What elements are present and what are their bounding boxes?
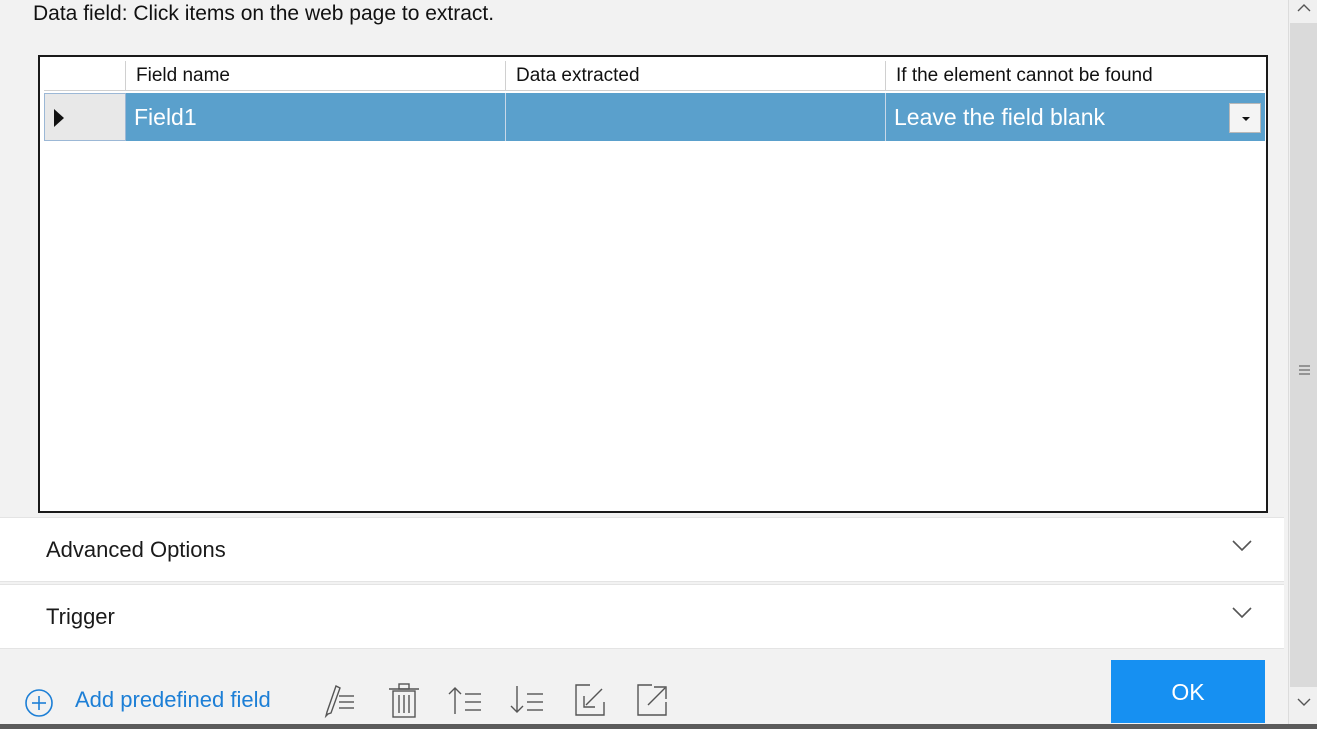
dropdown-button[interactable] bbox=[1229, 103, 1261, 133]
header-corner bbox=[44, 61, 126, 91]
grip-icon bbox=[1299, 365, 1310, 375]
chevron-down-icon bbox=[1232, 540, 1252, 552]
bottom-border bbox=[0, 724, 1317, 729]
cell-if-not-found-dropdown[interactable]: Leave the field blank bbox=[886, 93, 1265, 141]
grid-header: Field name Data extracted If the element… bbox=[40, 57, 1266, 91]
scroll-up-arrow-icon[interactable] bbox=[1297, 2, 1311, 14]
column-header-data-extracted[interactable]: Data extracted bbox=[506, 61, 886, 91]
accordion-label: Trigger bbox=[46, 604, 115, 629]
export-icon[interactable] bbox=[634, 680, 670, 720]
import-icon[interactable] bbox=[572, 680, 608, 720]
current-row-arrow-icon bbox=[54, 109, 64, 127]
column-header-if-not-found[interactable]: If the element cannot be found bbox=[886, 61, 1264, 91]
scroll-down-arrow-icon[interactable] bbox=[1297, 696, 1311, 708]
move-down-icon[interactable] bbox=[509, 680, 545, 720]
column-header-field-name[interactable]: Field name bbox=[126, 61, 506, 91]
cell-field-name[interactable]: Field1 bbox=[126, 93, 506, 141]
table-row[interactable]: Field1 Leave the field blank bbox=[44, 93, 1265, 141]
move-up-icon[interactable] bbox=[447, 680, 483, 720]
trash-icon[interactable] bbox=[386, 680, 422, 720]
scrollbar-thumb[interactable] bbox=[1290, 23, 1317, 687]
advanced-options-accordion[interactable]: Advanced Options bbox=[0, 517, 1284, 582]
cell-data-extracted[interactable] bbox=[506, 93, 886, 141]
if-not-found-value: Leave the field blank bbox=[894, 104, 1105, 130]
trigger-accordion[interactable]: Trigger bbox=[0, 584, 1284, 649]
add-predefined-field-link[interactable]: Add predefined field bbox=[75, 687, 271, 713]
edit-list-icon[interactable] bbox=[322, 680, 358, 720]
field-toolbar: Add predefined field bbox=[0, 654, 1290, 726]
row-selector[interactable] bbox=[44, 93, 126, 141]
ok-button[interactable]: OK bbox=[1111, 660, 1265, 723]
page-heading: Data field: Click items on the web page … bbox=[33, 2, 495, 25]
vertical-scrollbar[interactable] bbox=[1288, 0, 1317, 724]
data-field-grid: Field name Data extracted If the element… bbox=[38, 55, 1268, 513]
accordion-label: Advanced Options bbox=[46, 537, 226, 562]
chevron-down-icon bbox=[1242, 117, 1250, 121]
add-circle-icon[interactable] bbox=[24, 688, 54, 718]
chevron-down-icon bbox=[1232, 607, 1252, 619]
